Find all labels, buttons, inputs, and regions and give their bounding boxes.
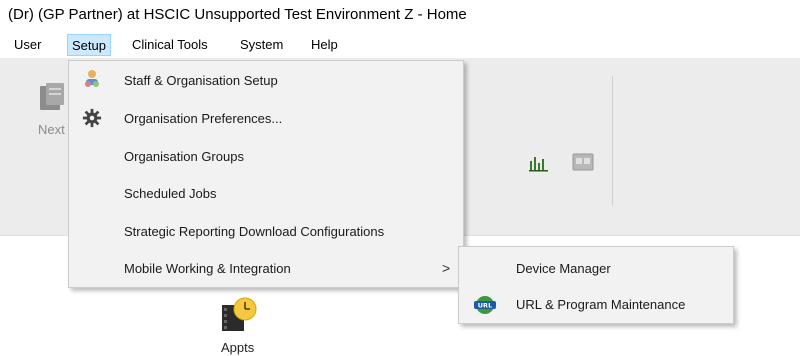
document-icon[interactable] <box>38 82 66 112</box>
bar-chart-icon[interactable] <box>529 154 549 172</box>
menu-help-label: Help <box>311 37 338 52</box>
svg-text:URL: URL <box>478 302 492 310</box>
menu-setup-label: Setup <box>72 38 106 53</box>
menu-item-organisation-preferences[interactable]: Organisation Preferences... <box>70 101 462 137</box>
menu-system[interactable]: System <box>240 37 283 52</box>
menu-item-label: Organisation Preferences... <box>124 111 283 126</box>
menu-bar: User Setup Clinical Tools System Help <box>0 32 800 58</box>
menu-item-device-manager[interactable]: Device Manager <box>460 251 732 287</box>
menu-item-mobile-working-integration[interactable]: Mobile Working & Integration > <box>70 251 462 287</box>
menu-item-label: URL & Program Maintenance <box>516 297 686 312</box>
menu-item-label: Device Manager <box>516 261 611 276</box>
staff-people-icon <box>85 70 99 87</box>
appointments-label[interactable]: Appts <box>221 340 254 355</box>
menu-item-strategic-reporting[interactable]: Strategic Reporting Download Configurati… <box>70 214 462 250</box>
menu-help[interactable]: Help <box>311 37 338 52</box>
gp-card-icon[interactable] <box>572 152 594 172</box>
appointments-icon[interactable] <box>220 295 260 335</box>
menu-system-label: System <box>240 37 284 52</box>
menu-user-label: User <box>14 37 42 52</box>
submenu-arrow-icon: > <box>442 260 451 276</box>
window-title: (Dr) (GP Partner) at HSCIC Unsupported T… <box>8 6 467 23</box>
menu-clinical-tools[interactable]: Clinical Tools <box>132 37 208 52</box>
menu-item-label: Staff & Organisation Setup <box>124 73 278 88</box>
menu-item-label: Mobile Working & Integration <box>124 261 291 276</box>
menu-item-organisation-groups[interactable]: Organisation Groups <box>70 139 462 175</box>
menu-item-label: Strategic Reporting Download Configurati… <box>124 224 385 239</box>
window-title-bar: (Dr) (GP Partner) at HSCIC Unsupported T… <box>0 0 800 30</box>
menu-item-label: Organisation Groups <box>124 149 244 164</box>
next-button-label[interactable]: Next <box>38 122 65 137</box>
menu-item-url-program-maintenance[interactable]: URL URL & Program Maintenance <box>460 287 732 323</box>
setup-dropdown-menu: Staff & Organisation Setup Organisation … <box>68 60 464 288</box>
url-globe-icon: URL <box>474 296 496 314</box>
menu-item-staff-organisation-setup[interactable]: Staff & Organisation Setup <box>70 63 462 99</box>
gear-icon <box>82 108 102 128</box>
toolbar-separator <box>612 76 613 206</box>
menu-setup[interactable]: Setup <box>67 34 111 56</box>
menu-user[interactable]: User <box>14 37 41 52</box>
menu-clinical-tools-label: Clinical Tools <box>132 37 208 52</box>
mobile-working-submenu: Device Manager URL URL & Program Mainten… <box>458 246 734 324</box>
menu-item-scheduled-jobs[interactable]: Scheduled Jobs <box>70 176 462 212</box>
menu-item-label: Scheduled Jobs <box>124 186 217 201</box>
